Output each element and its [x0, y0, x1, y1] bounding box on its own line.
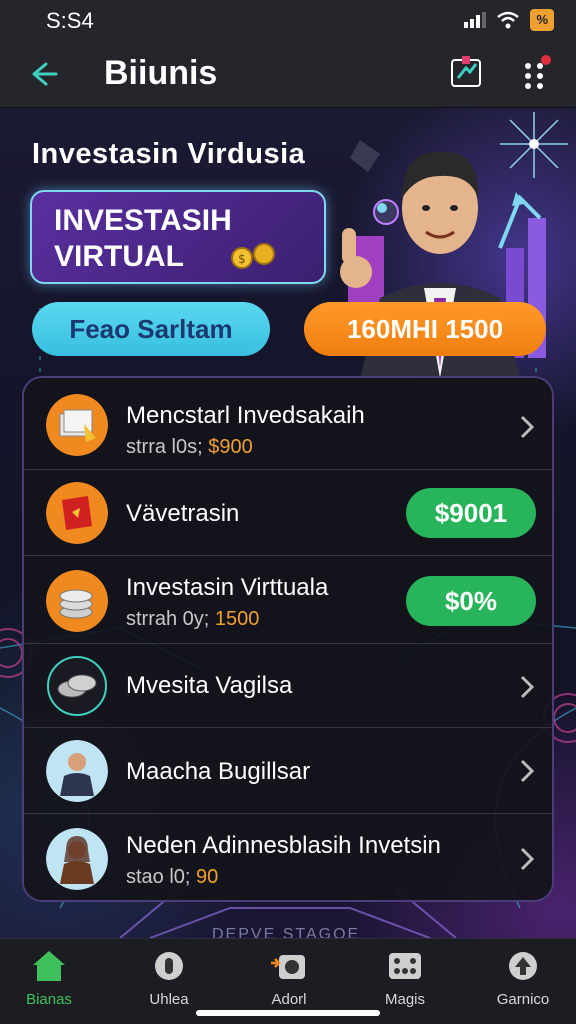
hero-title: Investasin Virdusia	[32, 138, 306, 170]
red-envelope-icon	[46, 482, 108, 544]
nav-label: Magis	[384, 991, 425, 1008]
avatar	[46, 828, 108, 890]
nav-label: Bianas	[26, 991, 72, 1008]
cash-stack-icon	[46, 394, 108, 456]
status-time: S:S4	[46, 8, 94, 33]
nav-label: Garnico	[496, 991, 550, 1008]
status-icons: %	[464, 9, 554, 31]
nav-item-adorl[interactable]: Adorl	[234, 949, 344, 1015]
chevron-right-icon	[520, 415, 535, 439]
list-item[interactable]: Mvesita Vagilsa	[24, 644, 552, 728]
list-item[interactable]: Neden Adinnesblasih Invetsin stao l0; 90	[24, 814, 552, 900]
home-indicator[interactable]	[196, 1010, 380, 1016]
balance-pill-button[interactable]: 160MHI 1500	[304, 302, 546, 356]
info-icon	[155, 952, 183, 980]
coins-outline-icon	[47, 656, 107, 716]
list-item[interactable]: Vävetrasin $9001	[24, 470, 552, 556]
list-item-subtitle: stao l0; 90	[126, 866, 219, 888]
svg-text:$: $	[238, 252, 246, 266]
nav-item-uhlea[interactable]: Uhlea	[114, 949, 224, 1015]
list-item-subtitle: strra l0s; $900	[126, 436, 253, 458]
list-item-title: Maacha Bugillsar	[126, 758, 311, 785]
nav-item-bianas[interactable]: Bianas	[0, 949, 104, 1015]
app-bar: Biiunis	[0, 40, 576, 108]
list-item-title: Neden Adinnesblasih Invetsin	[126, 832, 441, 859]
list-item-amount: 90	[196, 866, 219, 888]
list-item[interactable]: Mencstarl Invedsakaih strra l0s; $900	[24, 378, 552, 470]
list-item-title: Mencstarl Invedsakaih	[126, 402, 365, 429]
dice-icon	[389, 953, 421, 979]
hero-card-title-line2: VIRTUAL	[54, 240, 184, 273]
hero-banner-card[interactable]: INVESTASIH VIRTUAL $	[30, 190, 326, 284]
chevron-right-icon	[520, 759, 535, 783]
list-item-amount: 1500	[214, 608, 260, 630]
list-item[interactable]: Investasin Virttuala strrah 0y; 1500 $0%	[24, 556, 552, 644]
share-icon[interactable]	[448, 54, 484, 90]
more-options-icon[interactable]	[516, 54, 552, 94]
status-bar: S:S4 %	[0, 0, 576, 40]
chevron-right-icon	[520, 675, 535, 699]
list-item[interactable]: Maacha Bugillsar	[24, 728, 552, 814]
coins-icon: $	[231, 243, 275, 269]
coin-stack-icon	[46, 570, 108, 632]
start-pill-button[interactable]: Feao Sarltam	[32, 302, 270, 356]
hero-card-title-line1: INVESTASIH	[54, 204, 232, 237]
list-item-amount: $900	[208, 436, 253, 458]
page-title: Biiunis	[104, 54, 218, 92]
wifi-icon	[497, 11, 520, 29]
chevron-right-icon	[520, 847, 535, 871]
battery-icon: %	[530, 9, 554, 31]
list-item-title: Mvesita Vagilsa	[126, 672, 293, 699]
home-icon	[33, 951, 65, 981]
signal-icon	[464, 12, 487, 28]
nav-label: Uhlea	[149, 991, 189, 1008]
upload-icon	[509, 952, 537, 980]
camera-icon	[271, 955, 305, 979]
nav-item-garnico[interactable]: Garnico	[468, 949, 576, 1015]
avatar	[46, 740, 108, 802]
percent-button[interactable]: $0%	[406, 576, 536, 626]
investment-list: Mencstarl Invedsakaih strra l0s; $900 Vä…	[22, 376, 554, 902]
nav-label: Adorl	[271, 991, 307, 1008]
nav-item-magis[interactable]: Magis	[350, 949, 460, 1015]
amount-button[interactable]: $9001	[406, 488, 536, 538]
list-item-subtitle: strrah 0y; 1500	[126, 608, 260, 630]
back-arrow-icon[interactable]	[24, 54, 64, 94]
list-item-title: Vävetrasin	[126, 500, 240, 527]
list-item-title: Investasin Virttuala	[126, 574, 329, 601]
